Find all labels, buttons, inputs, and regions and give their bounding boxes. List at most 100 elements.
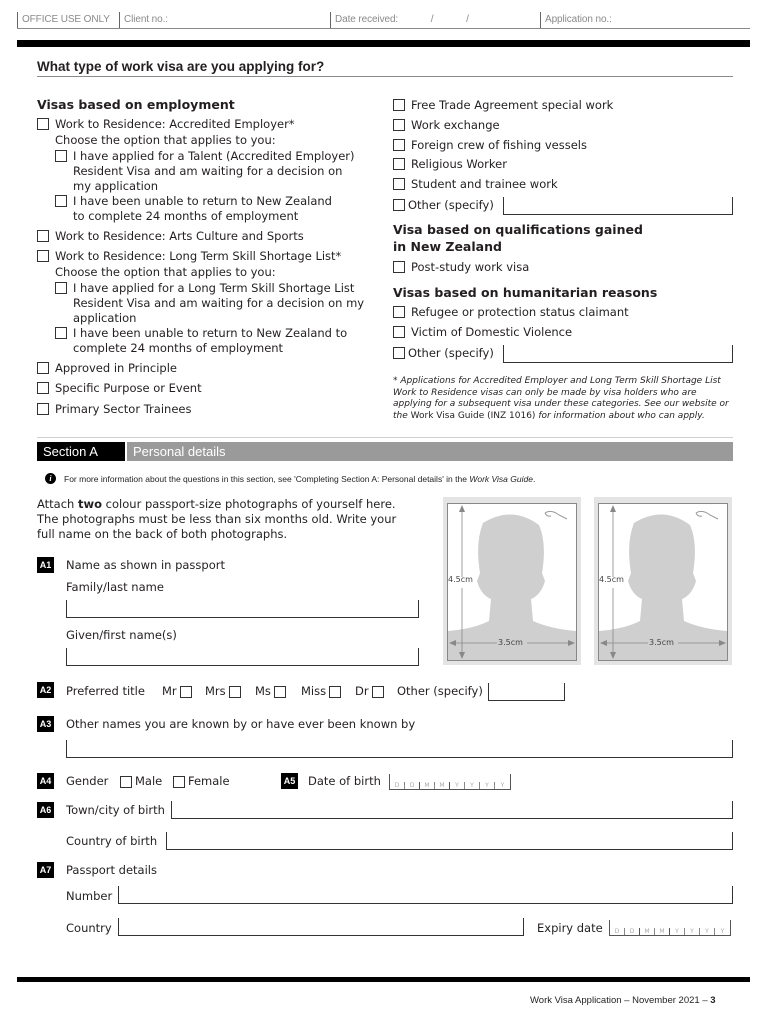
option-humanitarian-other[interactable]: Other (specify) xyxy=(393,346,494,361)
given-name-label: Given/first name(s) xyxy=(66,628,177,642)
option-free-trade-agreement[interactable]: Free Trade Agreement special work xyxy=(393,98,613,113)
option-accredited-employer[interactable]: Work to Residence: Accredited Employer* xyxy=(37,117,295,132)
choose-option-text: Choose the option that applies to you: xyxy=(55,265,276,279)
question-badge-a6: A6 xyxy=(37,802,54,818)
employment-other-input[interactable] xyxy=(503,197,733,215)
title-other-label: Other (specify) xyxy=(397,684,483,698)
checkbox[interactable] xyxy=(55,150,67,162)
option-label: Other (specify) xyxy=(408,346,494,360)
passport-number-input[interactable] xyxy=(118,886,733,904)
option-refugee[interactable]: Refugee or protection status claimant xyxy=(393,305,629,320)
passport-photo-placeholder-2: 4.5cm 3.5cm xyxy=(594,497,732,665)
town-of-birth-input[interactable] xyxy=(171,801,733,819)
option-domestic-violence[interactable]: Victim of Domestic Violence xyxy=(393,325,572,340)
option-label: Post-study work visa xyxy=(411,260,530,274)
checkbox[interactable] xyxy=(37,250,49,262)
title-option-mr[interactable]: Mr xyxy=(162,684,192,699)
checkbox[interactable] xyxy=(37,382,49,394)
expiry-date-label: Expiry date xyxy=(537,921,603,935)
family-name-label: Family/last name xyxy=(66,580,164,594)
option-religious-worker[interactable]: Religious Worker xyxy=(393,157,507,172)
checkbox[interactable] xyxy=(120,775,132,788)
gender-option-female[interactable]: Female xyxy=(173,774,230,789)
checkbox[interactable] xyxy=(329,685,342,698)
option-post-study[interactable]: Post-study work visa xyxy=(393,260,529,275)
application-no-field: Application no.: xyxy=(540,12,612,28)
option-label: I have been unable to return to New Zeal… xyxy=(73,326,348,355)
info-text: For more information about the questions… xyxy=(64,473,536,484)
checkbox[interactable] xyxy=(179,685,192,698)
other-names-input[interactable] xyxy=(66,740,733,758)
option-ltssl-applied[interactable]: I have applied for a Long Term Skill Sho… xyxy=(55,281,364,326)
date-received-label: Date received: xyxy=(335,14,399,25)
checkbox[interactable] xyxy=(37,362,49,374)
humanitarian-other-input[interactable] xyxy=(503,345,733,363)
checkbox[interactable] xyxy=(393,178,405,190)
office-use-only-label: OFFICE USE ONLY xyxy=(17,12,110,28)
question-badge-a7: A7 xyxy=(37,862,54,878)
given-name-input[interactable] xyxy=(66,648,419,666)
title-option-miss[interactable]: Miss xyxy=(301,684,342,699)
option-label: Approved in Principle xyxy=(55,361,177,375)
checkbox[interactable] xyxy=(173,775,185,788)
checkbox[interactable] xyxy=(37,118,49,130)
option-arts-culture-sports[interactable]: Work to Residence: Arts Culture and Spor… xyxy=(37,229,304,244)
passport-country-input[interactable] xyxy=(118,918,524,936)
option-primary-sector-trainees[interactable]: Primary Sector Trainees xyxy=(37,402,191,417)
checkbox[interactable] xyxy=(393,306,405,318)
checkbox[interactable] xyxy=(55,195,67,207)
title-option-dr[interactable]: Dr xyxy=(355,684,384,699)
preferred-title-label: Preferred title xyxy=(66,684,145,698)
checkbox[interactable] xyxy=(55,327,67,339)
option-specific-purpose[interactable]: Specific Purpose or Event xyxy=(37,381,202,396)
checkbox[interactable] xyxy=(273,685,286,698)
option-work-exchange[interactable]: Work exchange xyxy=(393,118,500,133)
option-accredited-talent-applied[interactable]: I have applied for a Talent (Accredited … xyxy=(55,149,355,194)
country-of-birth-input[interactable] xyxy=(166,832,733,850)
date-separator: / xyxy=(466,14,469,25)
checkbox[interactable] xyxy=(393,158,405,170)
option-approved-in-principle[interactable]: Approved in Principle xyxy=(37,361,177,376)
option-long-term-skill-shortage[interactable]: Work to Residence: Long Term Skill Short… xyxy=(37,249,341,264)
passport-country-label: Country xyxy=(66,921,112,935)
top-divider-bar xyxy=(17,40,750,47)
option-label: I have applied for a Talent (Accredited … xyxy=(73,149,355,193)
expiry-date-input[interactable]: DDMMYYYY xyxy=(609,920,731,936)
a1-label: Name as shown in passport xyxy=(66,558,225,572)
checkbox[interactable] xyxy=(371,685,384,698)
gender-option-male[interactable]: Male xyxy=(120,774,162,789)
option-accredited-unable-return[interactable]: I have been unable to return to New Zeal… xyxy=(55,194,332,224)
checkbox[interactable] xyxy=(37,403,49,415)
title-other-input[interactable] xyxy=(488,683,565,701)
option-label: Student and trainee work xyxy=(411,177,558,191)
town-of-birth-label: Town/city of birth xyxy=(66,803,165,817)
checkbox[interactable] xyxy=(393,119,405,131)
checkbox[interactable] xyxy=(393,347,405,359)
question-badge-a1: A1 xyxy=(37,557,54,573)
question-badge-a5: A5 xyxy=(281,773,298,789)
checkbox[interactable] xyxy=(393,199,405,211)
checkbox[interactable] xyxy=(393,139,405,151)
title-option-mrs[interactable]: Mrs xyxy=(205,684,241,699)
visa-type-question: What type of work visa are you applying … xyxy=(37,59,733,77)
family-name-input[interactable] xyxy=(66,600,419,618)
checkbox[interactable] xyxy=(393,99,405,111)
option-student-trainee[interactable]: Student and trainee work xyxy=(393,177,558,192)
option-label: Victim of Domestic Violence xyxy=(411,325,573,339)
option-employment-other[interactable]: Other (specify) xyxy=(393,198,494,213)
dob-input[interactable]: DDMMYYYY xyxy=(389,774,511,790)
option-label: Primary Sector Trainees xyxy=(55,402,192,416)
checkbox[interactable] xyxy=(37,230,49,242)
question-badge-a3: A3 xyxy=(37,716,54,732)
option-ltssl-unable-return[interactable]: I have been unable to return to New Zeal… xyxy=(55,326,347,356)
checkbox[interactable] xyxy=(393,261,405,273)
checkbox[interactable] xyxy=(55,282,67,294)
visa-footnote: * Applications for Accredited Employer a… xyxy=(393,376,729,421)
date-separator: / xyxy=(430,14,434,25)
checkbox[interactable] xyxy=(228,685,241,698)
option-label: Foreign crew of fishing vessels xyxy=(411,138,587,152)
question-badge-a2: A2 xyxy=(37,682,54,698)
checkbox[interactable] xyxy=(393,326,405,338)
title-option-ms[interactable]: Ms xyxy=(255,684,286,699)
option-fishing-crew[interactable]: Foreign crew of fishing vessels xyxy=(393,138,587,153)
